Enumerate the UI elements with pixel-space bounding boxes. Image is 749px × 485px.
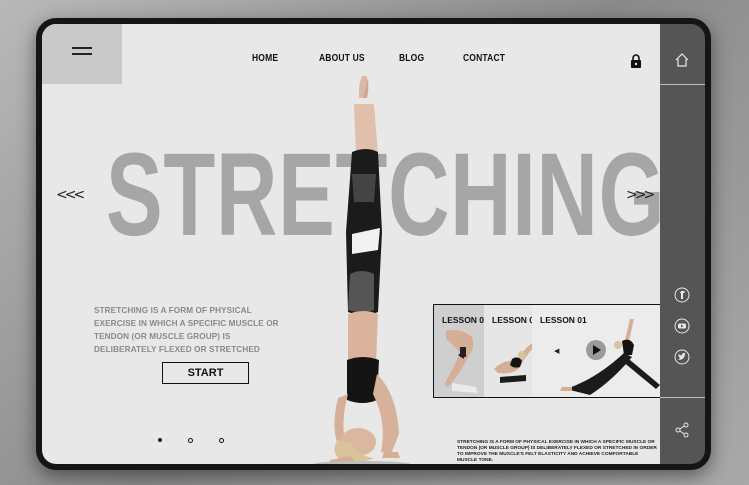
slider-dot[interactable] [158, 438, 162, 442]
facebook-icon[interactable] [674, 287, 690, 303]
sidebar-divider [660, 84, 705, 85]
youtube-icon[interactable] [674, 318, 690, 334]
lock-icon[interactable] [630, 54, 642, 69]
share-icon[interactable] [674, 422, 690, 438]
home-icon[interactable] [674, 52, 690, 68]
hero-description: STRETCHING IS A FORM OF PHYSICAL EXERCIS… [94, 306, 279, 354]
slider-dot[interactable] [188, 438, 193, 443]
lesson-thumbnail: ◀ ▶ [554, 319, 660, 395]
main-nav: HOME ABOUT US BLOG CONTACT [42, 53, 660, 69]
nav-contact[interactable]: CONTACT [463, 53, 505, 64]
lessons-strip: LESSON 03 ◀ LESSON 02 [433, 304, 660, 398]
nav-home[interactable]: HOME [252, 53, 278, 64]
lesson-thumbnail: ◀ [444, 329, 478, 393]
svg-text:◀: ◀ [554, 347, 560, 355]
lesson-card-02[interactable]: LESSON 02 [484, 305, 533, 397]
nav-about-us[interactable]: ABOUT US [319, 53, 365, 64]
lesson-label: LESSON 02 [492, 315, 532, 325]
website-screen: HOME ABOUT US BLOG CONTACT STRETCHING <<… [42, 24, 660, 464]
twitter-icon[interactable] [674, 349, 690, 365]
right-sidebar [660, 24, 705, 464]
sidebar-divider [660, 397, 705, 398]
lesson-card-01[interactable]: LESSON 01 ◀ ▶ [532, 305, 660, 397]
start-button[interactable]: START [162, 362, 249, 384]
lesson-card-03[interactable]: LESSON 03 ◀ [434, 305, 485, 397]
lesson-thumbnail [494, 343, 532, 383]
next-arrow-icon[interactable]: >>> [626, 187, 655, 203]
svg-text:◀: ◀ [460, 351, 466, 358]
tablet-frame: HOME ABOUT US BLOG CONTACT STRETCHING <<… [36, 18, 711, 470]
slider-dot[interactable] [219, 438, 224, 443]
prev-arrow-icon[interactable]: <<< [56, 187, 85, 203]
hero-model-image [314, 76, 410, 464]
slider-dots [156, 438, 236, 446]
nav-blog[interactable]: BLOG [399, 53, 424, 64]
footer-description: STRETCHING IS A FORM OF PHYSICAL EXERCIS… [457, 440, 657, 463]
